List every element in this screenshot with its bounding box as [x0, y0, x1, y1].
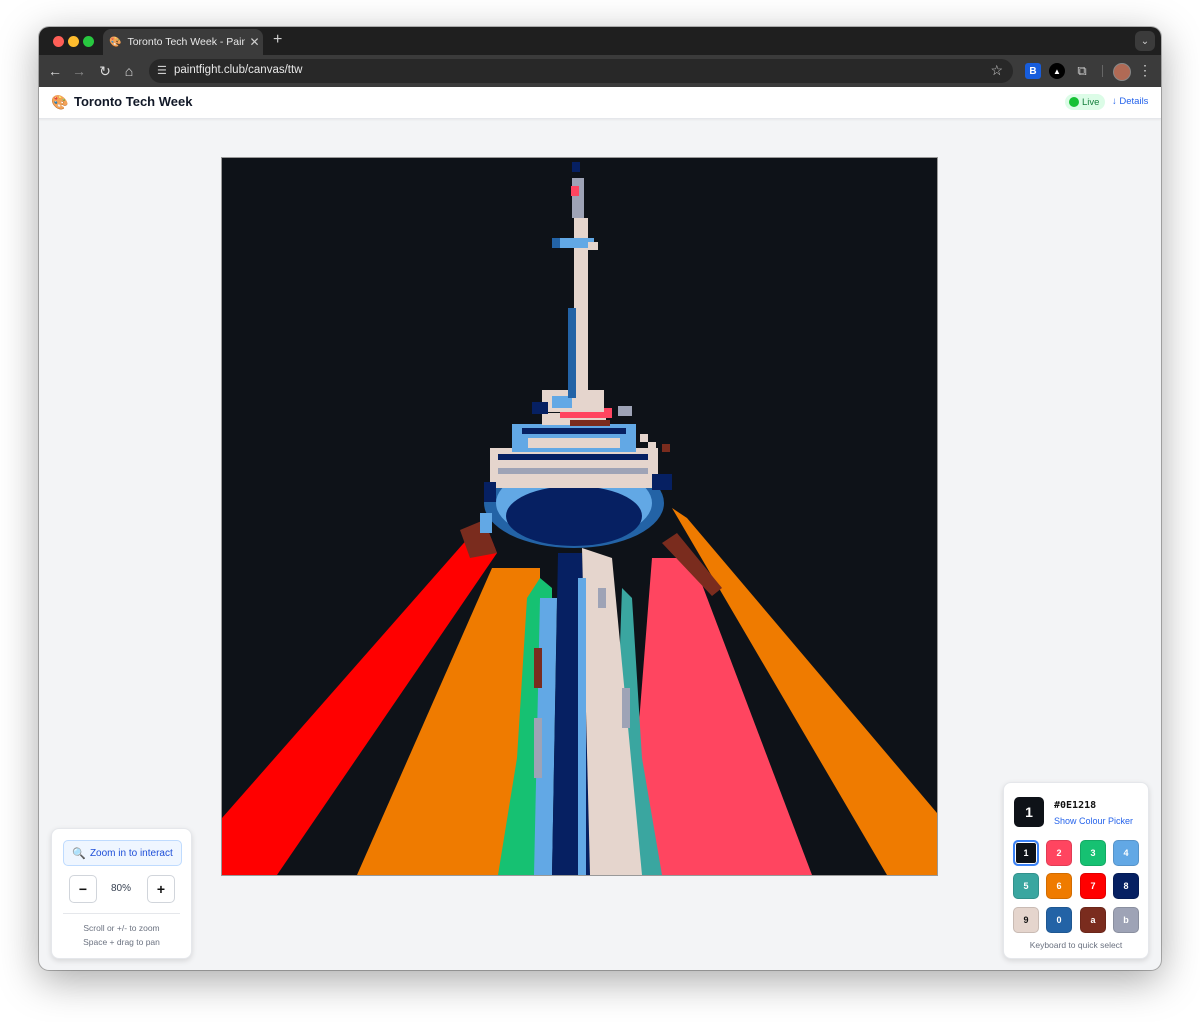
zoom-out-button[interactable]: −	[69, 875, 97, 903]
canvas-pixel-41	[568, 308, 576, 398]
canvas-pixel-38	[480, 513, 492, 533]
canvas-pixel-25	[528, 438, 620, 448]
canvas-pixel-14	[534, 718, 542, 778]
keyboard-hint: Keyboard to quick select	[1029, 940, 1123, 950]
show-colour-picker-link[interactable]: Show Colour Picker	[1054, 816, 1133, 826]
colour-swatch-4[interactable]: 4	[1113, 840, 1139, 866]
address-bar[interactable]: ☰ paintfight.club/canvas/ttw ☆	[149, 59, 1013, 83]
close-icon[interactable]: ✕	[249, 35, 259, 49]
zoom-to-interact-button[interactable]: 🔍 Zoom in to interact	[63, 840, 182, 866]
current-colour-swatch: 1	[1014, 797, 1044, 827]
canvas-pixel-12	[578, 578, 586, 875]
zoom-level: 80%	[110, 883, 131, 894]
palette-favicon-icon: 🎨	[109, 36, 122, 48]
profile-avatar[interactable]	[1113, 63, 1131, 81]
canvas-pixel-13	[534, 648, 542, 688]
canvas-pixel-31	[532, 402, 548, 414]
pan-hint: Space + drag to pan	[83, 937, 160, 947]
live-dot-icon	[1069, 97, 1079, 107]
close-window-button[interactable]	[53, 36, 64, 47]
canvas-pixel-47	[572, 162, 580, 172]
canvas-pixel-24	[522, 428, 626, 434]
magnifier-icon: 🔍	[72, 847, 86, 860]
tab-title: Toronto Tech Week - Paint Fight	[127, 36, 246, 48]
canvas-pixel-33	[640, 434, 648, 442]
bitwarden-extension-icon[interactable]: B	[1025, 63, 1041, 79]
colour-swatch-5[interactable]: 5	[1013, 873, 1039, 899]
canvas-pixel-43	[552, 238, 560, 248]
colour-palette-panel: 1 #0E1218 Show Colour Picker 1234 5678 90a…	[1003, 782, 1149, 959]
triangle-extension-icon[interactable]: ▲	[1049, 63, 1065, 79]
browser-toolbar: ← → ↻ ⌂ ☰ paintfight.club/canvas/ttw ☆ B…	[39, 55, 1161, 87]
kebab-menu-icon[interactable]: ⋮	[1138, 62, 1152, 79]
zoom-to-interact-label: Zoom in to interact	[89, 847, 173, 859]
canvas-pixel-22	[498, 468, 648, 474]
canvas-pixel-15	[598, 588, 606, 608]
home-icon[interactable]: ⌂	[119, 61, 139, 81]
browser-tab[interactable]: 🎨 Toronto Tech Week - Paint Fight ✕	[103, 29, 263, 55]
canvas-pixel-46	[571, 186, 579, 196]
canvas-pixel-44	[588, 242, 598, 250]
canvas-pixel-21	[498, 454, 648, 460]
zoom-hint: Scroll or +/- to zoom	[83, 923, 160, 933]
colour-swatch-1[interactable]: 1	[1013, 840, 1039, 866]
browser-window: 🎨 Toronto Tech Week - Paint Fight ✕ + ⌄ …	[39, 27, 1161, 970]
colour-swatch-3[interactable]: 3	[1080, 840, 1106, 866]
extensions-puzzle-icon[interactable]: ⧉	[1074, 63, 1090, 79]
colour-swatch-9[interactable]: 9	[1013, 907, 1039, 933]
reload-icon[interactable]: ↻	[95, 61, 115, 81]
minimize-window-button[interactable]	[68, 36, 79, 47]
details-link[interactable]: ↓ Details	[1112, 96, 1148, 107]
colour-swatch-b[interactable]: b	[1113, 907, 1139, 933]
bookmark-star-icon[interactable]: ☆	[990, 62, 1003, 79]
site-settings-icon[interactable]: ☰	[157, 64, 167, 77]
canvas-pixel-36	[484, 482, 496, 502]
canvas-pixel-45	[572, 178, 584, 218]
maximize-window-button[interactable]	[83, 36, 94, 47]
toolbar-divider	[1102, 65, 1103, 77]
canvas-pixel-32	[618, 406, 632, 416]
colour-swatch-8[interactable]: 8	[1113, 873, 1139, 899]
page-title: Toronto Tech Week	[74, 94, 193, 109]
colour-swatch-6[interactable]: 6	[1046, 873, 1072, 899]
colour-swatch-0[interactable]: 0	[1046, 907, 1072, 933]
canvas-pixel-37	[652, 474, 672, 490]
current-colour-hex: #0E1218	[1054, 800, 1097, 811]
canvas-pixel-16	[622, 688, 630, 728]
zoom-panel: 🔍 Zoom in to interact − 80% + Scroll or …	[51, 828, 192, 959]
live-status-badge: Live	[1065, 94, 1106, 110]
url-text[interactable]: paintfight.club/canvas/ttw	[174, 64, 303, 76]
canvas-pixel-28	[570, 420, 610, 426]
palette-logo-icon: 🎨	[51, 94, 69, 110]
tab-search-chevron-icon[interactable]: ⌄	[1135, 31, 1155, 51]
tab-strip: 🎨 Toronto Tech Week - Paint Fight ✕ + ⌄	[39, 27, 1161, 55]
new-tab-button[interactable]: +	[273, 31, 282, 49]
canvas-region-19	[506, 486, 642, 546]
canvas-pixel-35	[662, 444, 670, 452]
colour-swatch-2[interactable]: 2	[1046, 840, 1072, 866]
colour-swatch-a[interactable]: a	[1080, 907, 1106, 933]
live-label: Live	[1082, 96, 1100, 108]
back-arrow-icon[interactable]: ←	[45, 61, 65, 81]
zoom-in-button[interactable]: +	[147, 875, 175, 903]
colour-swatch-7[interactable]: 7	[1080, 873, 1106, 899]
app-header: 🎨 Toronto Tech Week Live ↓ Details	[39, 87, 1161, 119]
forward-arrow-icon[interactable]: →	[69, 61, 89, 81]
pixel-canvas[interactable]	[221, 157, 938, 876]
zoom-divider	[63, 913, 180, 914]
canvas-pixel-34	[648, 442, 656, 450]
